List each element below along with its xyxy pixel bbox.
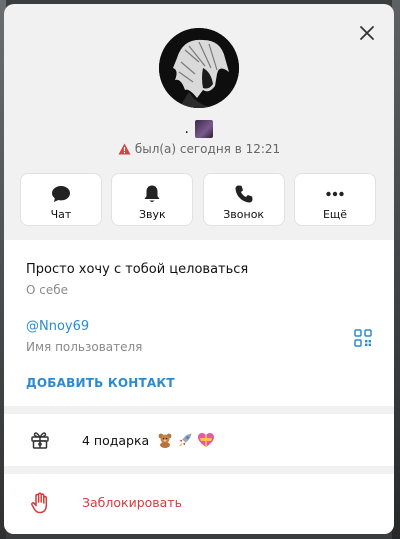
call-button[interactable]: Звонок [202, 173, 285, 226]
profile-name-text: . [184, 121, 189, 137]
username-caption: Имя пользователя [26, 340, 143, 354]
more-button[interactable]: Ещё [293, 173, 376, 226]
close-button[interactable] [358, 24, 376, 42]
gift-icon [30, 430, 50, 454]
avatar-image [159, 28, 239, 108]
gifts-count-text: 4 подарка [82, 433, 150, 448]
rocket-gift-icon [177, 432, 193, 451]
qr-code-icon [354, 329, 372, 347]
more-icon [325, 184, 345, 204]
stop-hand-icon [30, 492, 50, 518]
close-icon [360, 26, 374, 40]
name-emoji-icon [195, 120, 214, 138]
warning-icon [118, 143, 131, 158]
username-link[interactable]: @Nnoy69 [26, 319, 89, 334]
gifts-label: 4 подарка [82, 432, 215, 451]
bio-caption: О себе [26, 283, 69, 297]
bell-icon [143, 184, 161, 204]
avatar[interactable] [159, 28, 239, 108]
sound-button[interactable]: Звук [111, 173, 194, 226]
block-row[interactable]: Заблокировать [4, 474, 394, 534]
bio-text[interactable]: Просто хочу с тобой целоваться [26, 262, 248, 277]
action-buttons: Чат Звук Звонок Ещё [20, 173, 376, 226]
teddy-bear-gift-icon [157, 432, 173, 451]
profile-name: . [4, 118, 394, 140]
sound-button-label: Звук [138, 208, 166, 221]
call-button-label: Звонок [223, 208, 265, 221]
last-seen-text: был(а) сегодня в 12:21 [134, 142, 281, 156]
last-seen-status: был(а) сегодня в 12:21 [4, 142, 394, 158]
chat-icon [51, 184, 71, 204]
qr-code-button[interactable] [354, 329, 372, 347]
info-section: Просто хочу с тобой целоваться О себе @N… [4, 240, 394, 406]
gifts-row[interactable]: 4 подарка [4, 414, 394, 466]
more-button-label: Ещё [322, 208, 348, 221]
add-contact-button[interactable]: ДОБАВИТЬ КОНТАКТ [26, 376, 175, 390]
chat-button-label: Чат [50, 208, 72, 221]
phone-icon [234, 184, 254, 204]
profile-modal: . был(а) сегодня в 12:21 Чат Звук Звонок… [4, 4, 394, 534]
heart-gift-icon [197, 432, 215, 451]
chat-button[interactable]: Чат [20, 173, 102, 226]
block-label: Заблокировать [82, 495, 182, 510]
